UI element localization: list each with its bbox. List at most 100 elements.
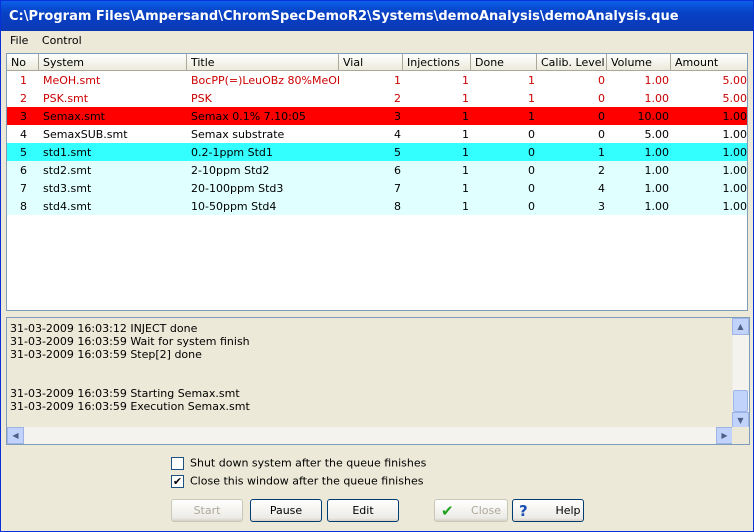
- column-header[interactable]: Done: [471, 54, 537, 71]
- column-header[interactable]: No: [7, 54, 39, 71]
- grid-header: No System Title Vial Injections Done Calib. Le…: [7, 54, 747, 71]
- log-horizontal-scrollbar[interactable]: ◀ ▶: [7, 427, 733, 444]
- cell-calib: 0: [598, 92, 605, 105]
- cell-system: std2.smt: [43, 164, 92, 177]
- cell-injections: 1: [462, 182, 469, 195]
- cell-no: 2: [20, 92, 27, 105]
- cell-done: 0: [528, 128, 535, 141]
- pause-button[interactable]: Pause: [250, 499, 322, 522]
- cell-calib: 0: [598, 128, 605, 141]
- cell-system: PSK.smt: [43, 92, 89, 105]
- close-window-checkbox[interactable]: ✔: [171, 474, 184, 488]
- cell-title: Semax substrate: [191, 128, 285, 141]
- cell-done: 0: [528, 182, 535, 195]
- shutdown-checkbox[interactable]: [171, 456, 184, 470]
- table-row[interactable]: 2 PSK.smt PSK 2 1 1 0 1.00 5.00: [7, 89, 748, 107]
- cell-title: PSK: [191, 92, 212, 105]
- table-row[interactable]: 7 std3.smt 20-100ppm Std3 7 1 0 4 1.00 1.00: [7, 179, 748, 197]
- cell-volume: 1.00: [644, 182, 670, 195]
- cell-vial: 8: [394, 200, 401, 213]
- log-line: 31-03-2009 16:03:59 Step[2] done: [10, 348, 202, 361]
- close-window-option[interactable]: ✔ Close this window after the queue finis…: [171, 474, 423, 488]
- cell-injections: 1: [462, 164, 469, 177]
- cell-done: 1: [528, 110, 535, 123]
- cell-title: 0.2-1ppm Std1: [191, 146, 273, 159]
- cell-injections: 1: [462, 92, 469, 105]
- scroll-corner: [732, 427, 749, 444]
- cell-title: 20-100ppm Std3: [191, 182, 284, 195]
- queue-grid: No System Title Vial Injections Done Calib. Le…: [6, 53, 748, 311]
- column-header[interactable]: Vial: [339, 54, 403, 71]
- table-row[interactable]: 6 std2.smt 2-10ppm Std2 6 1 0 2 1.00 1.00: [7, 161, 748, 179]
- cell-calib: 2: [598, 164, 605, 177]
- scroll-right-icon[interactable]: ▶: [716, 427, 733, 444]
- cell-amount: 1.00: [722, 182, 748, 195]
- cell-volume: 1.00: [644, 164, 670, 177]
- cell-vial: 5: [394, 146, 401, 159]
- cell-title: 2-10ppm Std2: [191, 164, 270, 177]
- scroll-thumb[interactable]: [733, 390, 748, 412]
- cell-system: MeOH.smt: [43, 74, 101, 87]
- table-row[interactable]: 8 std4.smt 10-50ppm Std4 8 1 0 3 1.00 1.00: [7, 197, 748, 215]
- cell-calib: 0: [598, 74, 605, 87]
- cell-amount: 1.00: [722, 200, 748, 213]
- cell-vial: 7: [394, 182, 401, 195]
- column-header[interactable]: Injections: [403, 54, 471, 71]
- cell-injections: 1: [462, 128, 469, 141]
- cell-calib: 1: [598, 146, 605, 159]
- cell-amount: 1.00: [722, 110, 748, 123]
- log-line: 31-03-2009 16:03:12 INJECT done: [10, 322, 198, 335]
- start-button[interactable]: Start: [171, 499, 243, 522]
- window-title: C:\Program Files\Ampersand\ChromSpecDemo…: [1, 1, 753, 31]
- cell-no: 1: [20, 74, 27, 87]
- cell-volume: 10.00: [637, 110, 670, 123]
- cell-volume: 1.00: [644, 92, 670, 105]
- menu-control[interactable]: Control: [37, 33, 87, 48]
- scroll-up-icon[interactable]: ▲: [732, 318, 749, 335]
- cell-title: 10-50ppm Std4: [191, 200, 277, 213]
- log-vertical-scrollbar[interactable]: ▲ ▼: [732, 318, 749, 429]
- queue-window: C:\Program Files\Ampersand\ChromSpecDemo…: [0, 0, 754, 532]
- table-row[interactable]: 5 std1.smt 0.2-1ppm Std1 5 1 0 1 1.00 1.00: [7, 143, 748, 161]
- cell-calib: 0: [598, 110, 605, 123]
- column-header[interactable]: System: [39, 54, 187, 71]
- cell-system: std3.smt: [43, 182, 92, 195]
- menu-file[interactable]: File: [5, 33, 33, 48]
- log-panel: 31-03-2009 16:03:12 INJECT done 31-03-200…: [6, 317, 750, 445]
- cell-calib: 4: [598, 182, 605, 195]
- table-row[interactable]: 3 Semax.smt Semax 0.1% 7.10:05 3 1 1 0 10.00 1.0…: [7, 107, 748, 125]
- cell-system: SemaxSUB.smt: [43, 128, 128, 141]
- cell-amount: 1.00: [722, 164, 748, 177]
- cell-volume: 5.00: [644, 128, 670, 141]
- close-button[interactable]: ✔ Close: [434, 499, 508, 522]
- menu-bar: File Control: [1, 31, 753, 50]
- column-header[interactable]: Calib. Level: [537, 54, 607, 71]
- column-header[interactable]: Amount: [671, 54, 747, 71]
- cell-injections: 1: [462, 74, 469, 87]
- shutdown-option[interactable]: Shut down system after the queue finishe…: [171, 456, 426, 470]
- cell-vial: 3: [394, 110, 401, 123]
- shutdown-label: Shut down system after the queue finishe…: [190, 456, 427, 470]
- cell-system: std1.smt: [43, 146, 92, 159]
- cell-injections: 1: [462, 110, 469, 123]
- cell-no: 6: [20, 164, 27, 177]
- column-header[interactable]: Volume: [607, 54, 671, 71]
- cell-done: 0: [528, 146, 535, 159]
- cell-vial: 4: [394, 128, 401, 141]
- cell-amount: 1.00: [722, 146, 748, 159]
- cell-injections: 1: [462, 200, 469, 213]
- cell-volume: 1.00: [644, 146, 670, 159]
- cell-amount: 5.00: [722, 92, 748, 105]
- cell-amount: 5.00: [722, 74, 748, 87]
- table-row[interactable]: 4 SemaxSUB.smt Semax substrate 4 1 0 0 5.00 1.00: [7, 125, 747, 143]
- scroll-left-icon[interactable]: ◀: [7, 427, 24, 444]
- cell-system: std4.smt: [43, 200, 92, 213]
- log-line: 31-03-2009 16:03:59 Starting Semax.smt: [10, 387, 240, 400]
- help-button[interactable]: ? Help: [512, 499, 584, 522]
- help-icon: ?: [519, 502, 528, 520]
- cell-title: BocPP(=)LeuOBz 80%MeOH: [191, 74, 339, 87]
- column-header[interactable]: Title: [187, 54, 339, 71]
- close-window-label: Close this window after the queue finish…: [190, 474, 424, 488]
- table-row[interactable]: 1 MeOH.smt BocPP(=)LeuOBz 80%MeOH 1 1 1 0 1.00 5…: [7, 71, 748, 89]
- edit-button[interactable]: Edit: [327, 499, 399, 522]
